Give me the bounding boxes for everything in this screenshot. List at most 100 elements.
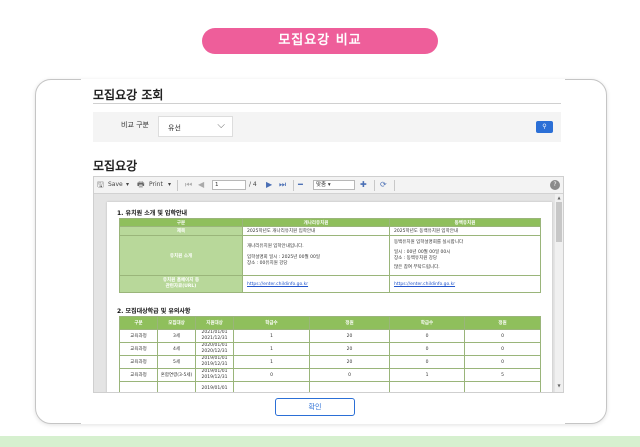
help-icon[interactable]: ? (550, 180, 560, 190)
scroll-down-icon[interactable]: ▼ (555, 383, 563, 388)
last-page-icon[interactable]: ⏭ (279, 179, 286, 190)
search-button[interactable]: ⚲ (536, 121, 553, 133)
table-cell: 0 (389, 355, 465, 369)
table-header: 구분 (119, 316, 158, 330)
table-row: 유치원 소개 개나리유치원 입학안내입니다. 입학설명회 일시 : 2025년 … (119, 235, 541, 276)
row-label: 유치원 홈페이지 등 관련자료(URL) (119, 275, 243, 293)
toolbar-divider (374, 180, 375, 191)
table-cell: 2019/01/01 2019/12/31 (195, 355, 234, 369)
date-end: 2019/12/31 (201, 375, 228, 380)
table-header: 구분 (119, 218, 243, 227)
first-page-icon[interactable]: ⏮ (185, 179, 192, 190)
table-header: 동백유치원 (389, 218, 541, 227)
table-header: 모집대상 (157, 316, 196, 330)
table-cell: 2025학년도 동백유치원 입학안내 (389, 226, 541, 236)
date-end: 2019/12/31 (201, 362, 228, 367)
row-label: 유치원 소개 (119, 235, 243, 276)
table-cell: 2019/01/01 2019/12/31 (195, 368, 234, 382)
table-cell: 4세 (157, 342, 196, 356)
homepage-link[interactable]: https://enter.childinfo.go.kr (242, 275, 390, 293)
table-cell: 5 (464, 368, 541, 382)
filter-label: 비교 구분 (121, 121, 149, 129)
viewer-toolbar: 🖫 Save ▾ 🖶 Print ▾ ⏮ ◀ 1 / 4 ▶ ⏭ ━ 맞춤 ▾ … (94, 177, 563, 194)
table-cell: 2020/01/01 2020/12/31 (195, 342, 234, 356)
vertical-scrollbar[interactable]: ▲ ▼ (555, 194, 563, 392)
save-icon[interactable]: 🖫 (97, 179, 104, 190)
table-cell: 0 (464, 329, 541, 343)
table-cell: 20 (309, 329, 390, 343)
save-dropdown-icon[interactable]: ▾ (126, 180, 129, 190)
cell-line: 많은 참여 부탁드립니다. (394, 265, 440, 270)
save-button[interactable]: Save (108, 180, 123, 190)
table-cell: 개나리유치원 입학안내입니다. 입학설명회 일시 : 2025년 00월 00일… (242, 235, 390, 276)
zoom-value: 맞춤 (316, 182, 327, 188)
page-number-input[interactable]: 1 (212, 180, 246, 190)
doc-section-heading: 1. 유치원 소개 및 입학안내 (117, 210, 188, 217)
table-row: 교육과정 3세 2021/01/01 2021/12/31 1 20 0 0 (119, 329, 541, 343)
zoom-in-icon[interactable]: ✚ (360, 179, 367, 190)
table-cell: 1 (389, 368, 465, 382)
confirm-button[interactable]: 확인 (275, 398, 355, 416)
print-dropdown-icon[interactable]: ▾ (168, 180, 171, 190)
table-row: 제목 2025학년도 개나리유치원 입학안내 2025학년도 동백유치원 입학안… (119, 226, 541, 236)
table-cell: 1 (233, 342, 310, 356)
table-cell: 20 (309, 355, 390, 369)
table-cell: 2019/01/01 (195, 381, 234, 392)
table-row: 유치원 홈페이지 등 관련자료(URL) https://enter.child… (119, 275, 541, 293)
scrollbar-thumb[interactable] (556, 202, 562, 242)
table-cell: 0 (464, 355, 541, 369)
table-cell: 0 (389, 329, 465, 343)
prev-page-icon[interactable]: ◀ (198, 179, 204, 190)
toolbar-divider (394, 180, 395, 191)
cell-line: 장소 : 00유치원 강당 (247, 261, 288, 266)
table-cell: 교육과정 (119, 342, 158, 356)
zoom-select[interactable]: 맞춤 ▾ (313, 180, 355, 190)
table-cell: 3세 (157, 329, 196, 343)
title-divider (93, 103, 561, 104)
compare-type-value: 유선 (168, 124, 181, 132)
table-cell: 2025학년도 개나리유치원 입학안내 (242, 226, 390, 236)
refresh-icon[interactable]: ⟳ (380, 179, 387, 190)
school-intro-table: 구분 개나리유치원 동백유치원 제목 2025학년도 개나리유치원 입학안내 2… (119, 218, 541, 293)
homepage-link[interactable]: https://enter.childinfo.go.kr (389, 275, 541, 293)
scroll-up-icon[interactable]: ▲ (555, 195, 563, 200)
table-cell: 교육과정 (119, 355, 158, 369)
comparison-modal: 모집요강 조회 비교 구분 유선 ⌵ ⚲ 모집요강 🖫 Save ▾ 🖶 Pri… (81, 79, 565, 424)
table-header: 학급수 (389, 316, 465, 330)
table-cell (157, 381, 196, 392)
page-header-pill: 모집요강 비교 (202, 28, 438, 54)
zoom-out-icon[interactable]: ━ (298, 179, 303, 190)
table-header: 정원 (309, 316, 390, 330)
table-header: 정원 (464, 316, 541, 330)
table-cell: 0 (233, 368, 310, 382)
table-cell: 0 (464, 342, 541, 356)
document-scroll-area[interactable]: 1. 유치원 소개 및 입학안내 구분 개나리유치원 동백유치원 제목 2025… (94, 194, 555, 392)
table-cell: 1 (233, 355, 310, 369)
table-cell: 2021/01/01 2021/12/31 (195, 329, 234, 343)
toolbar-divider (177, 180, 178, 191)
report-viewer: 🖫 Save ▾ 🖶 Print ▾ ⏮ ◀ 1 / 4 ▶ ⏭ ━ 맞춤 ▾ … (93, 176, 564, 393)
section-title: 모집요강 (93, 159, 138, 173)
printer-icon[interactable]: 🖶 (137, 179, 145, 190)
search-icon: ⚲ (542, 123, 547, 130)
next-page-icon[interactable]: ▶ (266, 179, 272, 190)
print-button[interactable]: Print (149, 180, 163, 190)
table-header: 학급수 (233, 316, 310, 330)
table-row: 교육과정 4세 2020/01/01 2020/12/31 1 20 0 0 (119, 342, 541, 356)
table-cell (309, 381, 390, 392)
doc-section-heading: 2. 모집대상학급 및 유의사항 (117, 308, 191, 315)
page-total: / 4 (249, 181, 257, 188)
table-cell (233, 381, 310, 392)
table-cell: 0 (389, 342, 465, 356)
toolbar-divider (293, 180, 294, 191)
table-cell (389, 381, 465, 392)
modal-title: 모집요강 조회 (93, 88, 164, 102)
bottom-accent-band (0, 436, 640, 447)
table-cell: 교육과정 (119, 368, 158, 382)
chevron-down-icon: ⌵ (217, 120, 225, 131)
row-label-line: 관련자료(URL) (165, 284, 197, 289)
compare-type-select[interactable]: 유선 ⌵ (158, 116, 233, 137)
row-label: 제목 (119, 226, 243, 236)
filter-panel: 비교 구분 유선 ⌵ ⚲ (93, 112, 561, 142)
table-row: 2019/01/01 (119, 381, 541, 392)
